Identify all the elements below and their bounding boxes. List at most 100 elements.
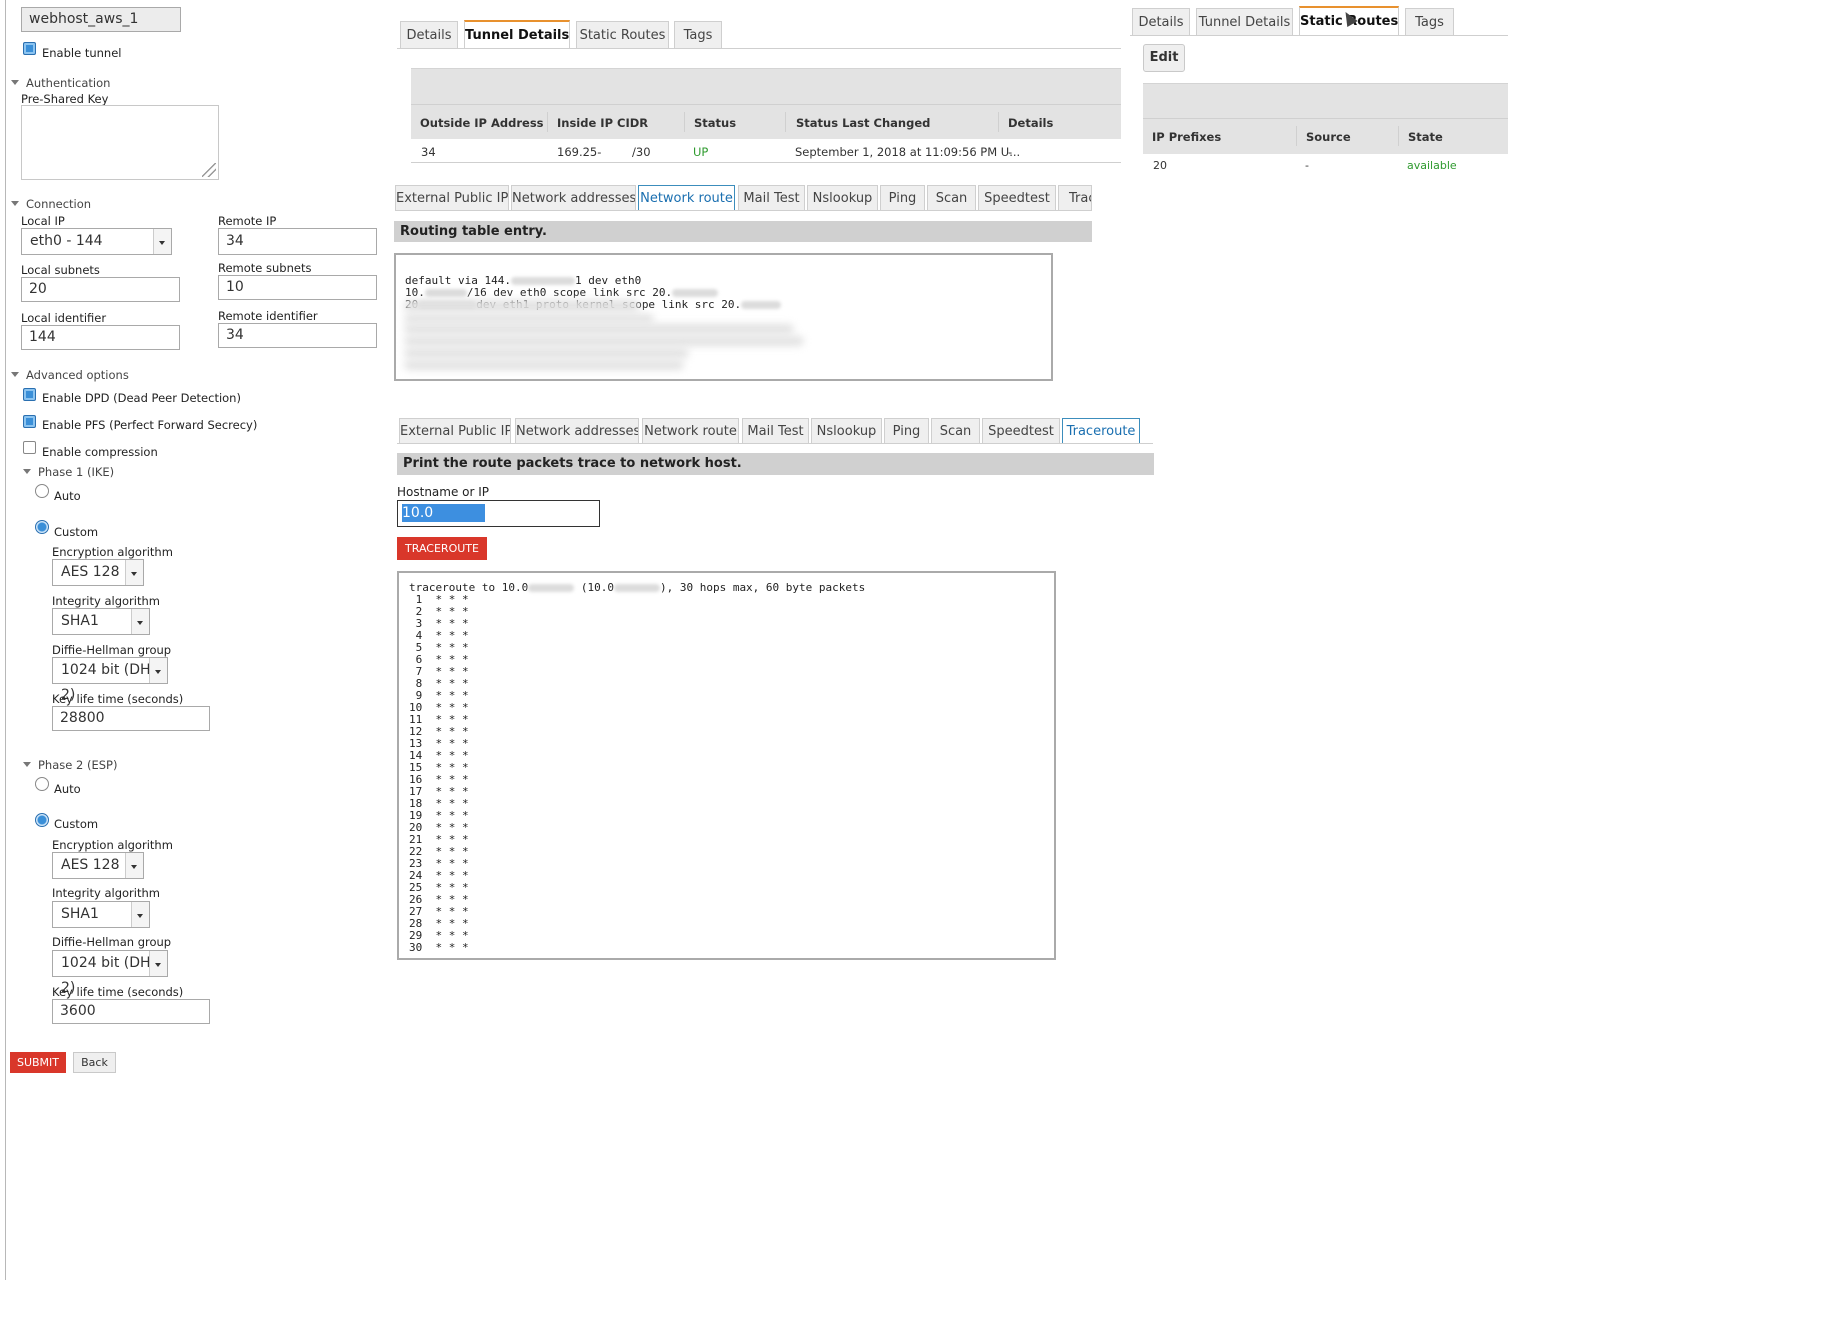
- tab-network-addresses[interactable]: Network addresses: [515, 418, 639, 443]
- local-ip-select[interactable]: eth0 - 144: [21, 228, 172, 255]
- enable-tunnel-checkbox[interactable]: [23, 42, 36, 55]
- redacted-route-line: [404, 336, 804, 346]
- phase2-section[interactable]: Phase 2 (ESP): [23, 758, 117, 772]
- tab-ping[interactable]: Ping: [884, 418, 929, 443]
- local-subnets-label: Local subnets: [21, 263, 100, 277]
- col-header-inside-cidr[interactable]: Inside IP CIDR: [557, 116, 648, 130]
- remote-subnets-input[interactable]: 10: [218, 275, 377, 300]
- dropdown-arrow-icon[interactable]: [153, 229, 171, 254]
- phase1-int-select[interactable]: SHA1: [52, 608, 150, 635]
- phase2-dh-select[interactable]: 1024 bit (DH-2): [52, 950, 168, 996]
- hostname-input[interactable]: 10.0: [397, 500, 600, 527]
- advanced-options-section[interactable]: Advanced options: [11, 368, 129, 382]
- traceroute-hop-line: 1 * * *: [409, 594, 1044, 606]
- tab-static-routes[interactable]: Static Routes: [576, 21, 669, 48]
- phase2-int-select[interactable]: SHA1: [52, 901, 150, 928]
- enable-tunnel-label: Enable tunnel: [42, 46, 122, 60]
- phase1-enc-select[interactable]: AES 128 bit: [52, 559, 144, 586]
- phase1-section[interactable]: Phase 1 (IKE): [23, 465, 114, 479]
- remote-ip-input[interactable]: 34: [218, 228, 377, 255]
- traceroute-hop-line: 19 * * *: [409, 810, 1044, 822]
- traceroute-hop-line: 13 * * *: [409, 738, 1044, 750]
- tab-network-route[interactable]: Network route: [642, 418, 739, 443]
- table-toolbar: [1143, 83, 1508, 119]
- col-header-status-changed[interactable]: Status Last Changed: [796, 116, 930, 130]
- connection-section[interactable]: Connection: [11, 197, 91, 211]
- tab-network-route[interactable]: Network route: [638, 185, 735, 211]
- remote-subnets-label: Remote subnets: [218, 261, 312, 275]
- phase2-custom-radio[interactable]: [35, 813, 49, 827]
- collapse-triangle-icon: [11, 372, 19, 377]
- dpd-checkbox[interactable]: [23, 388, 36, 401]
- tab-speedtest[interactable]: Speedtest: [982, 418, 1060, 443]
- phase1-dh-select[interactable]: 1024 bit (DH-2): [52, 657, 168, 703]
- dropdown-arrow-icon[interactable]: [149, 658, 167, 683]
- section-label: Phase 2 (ESP): [38, 758, 118, 772]
- hostname-selection: 10.0: [402, 504, 486, 522]
- col-header-details[interactable]: Details: [1008, 116, 1053, 130]
- col-header-state[interactable]: State: [1408, 130, 1443, 144]
- dropdown-arrow-icon[interactable]: [125, 560, 143, 585]
- submit-button[interactable]: SUBMIT: [10, 1052, 66, 1073]
- col-separator: [998, 112, 999, 132]
- remote-identifier-label: Remote identifier: [218, 309, 318, 323]
- traceroute-button[interactable]: TRACEROUTE: [397, 537, 487, 560]
- traceroute-hop-line: 26 * * *: [409, 894, 1044, 906]
- psk-label: Pre-Shared Key: [21, 92, 109, 106]
- phase2-enc-select[interactable]: AES 128 bit: [52, 852, 144, 879]
- tab-network-addresses[interactable]: Network addresses: [511, 185, 636, 210]
- traceroute-hop-line: 7 * * *: [409, 666, 1044, 678]
- phase1-custom-radio[interactable]: [35, 520, 49, 534]
- psk-textarea[interactable]: [21, 105, 219, 180]
- authentication-section[interactable]: Authentication: [11, 76, 110, 90]
- resize-grip-icon[interactable]: [202, 163, 216, 177]
- tab-tags[interactable]: Tags: [674, 21, 722, 48]
- remote-identifier-input[interactable]: 34: [218, 323, 377, 348]
- col-separator: [1398, 126, 1399, 146]
- traceroute-hop-line: 23 * * *: [409, 858, 1044, 870]
- tab-details[interactable]: Details: [400, 21, 458, 48]
- phase2-auto-radio[interactable]: [35, 777, 49, 791]
- phase2-auto-label: Auto: [54, 782, 81, 796]
- tab-tunnel-details[interactable]: Tunnel Details: [1196, 8, 1293, 35]
- local-identifier-input[interactable]: 144: [21, 325, 180, 350]
- dropdown-arrow-icon[interactable]: [125, 853, 143, 878]
- tab-tunnel-details[interactable]: Tunnel Details: [464, 20, 570, 49]
- tab-tags[interactable]: Tags: [1405, 8, 1454, 35]
- tab-ping[interactable]: Ping: [880, 185, 925, 210]
- local-subnets-input[interactable]: 20: [21, 277, 180, 302]
- cell-inside-cidr-suffix: /30: [632, 145, 651, 159]
- compression-checkbox[interactable]: [23, 441, 36, 454]
- tab-external-public-ip[interactable]: External Public IP: [399, 418, 511, 443]
- routing-table-heading: Routing table entry.: [394, 221, 1092, 242]
- tab-nslookup[interactable]: Nslookup: [807, 185, 878, 210]
- dropdown-arrow-icon[interactable]: [131, 609, 149, 634]
- tab-traceroute[interactable]: Trac: [1058, 185, 1092, 210]
- dropdown-arrow-icon[interactable]: [131, 902, 149, 927]
- tab-scan[interactable]: Scan: [931, 418, 980, 443]
- output-text: (10.0: [580, 581, 614, 594]
- tab-speedtest[interactable]: Speedtest: [978, 185, 1056, 210]
- redacted-text: [528, 584, 575, 592]
- phase2-life-input[interactable]: 3600: [52, 999, 210, 1024]
- edit-button[interactable]: Edit: [1143, 44, 1185, 72]
- pfs-checkbox[interactable]: [23, 415, 36, 428]
- col-header-status[interactable]: Status: [694, 116, 736, 130]
- traceroute-hop-line: 30 * * *: [409, 942, 1044, 954]
- tab-traceroute[interactable]: Traceroute: [1062, 418, 1140, 444]
- col-header-ip-prefixes[interactable]: IP Prefixes: [1152, 130, 1221, 144]
- cell-source: -: [1305, 159, 1309, 172]
- col-header-outside-ip[interactable]: Outside IP Address: [420, 116, 544, 130]
- name-input[interactable]: webhost_aws_1: [21, 7, 181, 32]
- phase1-auto-radio[interactable]: [35, 484, 49, 498]
- back-button[interactable]: Back: [73, 1052, 116, 1073]
- tab-details[interactable]: Details: [1132, 8, 1190, 35]
- tab-nslookup[interactable]: Nslookup: [811, 418, 882, 443]
- tab-mail-test[interactable]: Mail Test: [742, 418, 809, 443]
- tab-mail-test[interactable]: Mail Test: [738, 185, 805, 210]
- dropdown-arrow-icon[interactable]: [149, 951, 167, 976]
- tab-external-public-ip[interactable]: External Public IP: [395, 185, 509, 210]
- phase1-life-input[interactable]: 28800: [52, 706, 210, 731]
- tab-scan[interactable]: Scan: [927, 185, 976, 210]
- col-header-source[interactable]: Source: [1306, 130, 1351, 144]
